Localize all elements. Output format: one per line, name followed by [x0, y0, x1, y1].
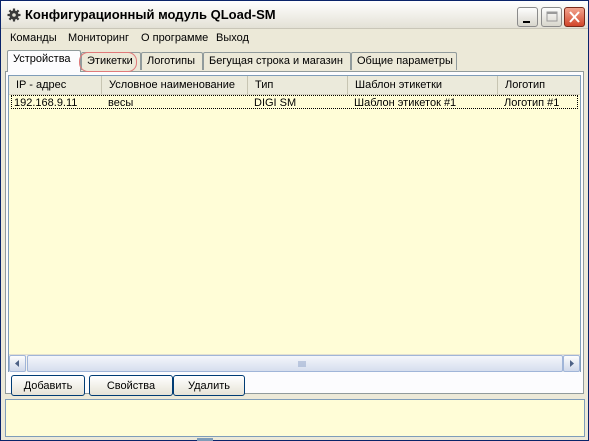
minimize-icon: [523, 21, 530, 23]
tab-devices[interactable]: Устройства: [7, 50, 81, 72]
menu-monitoring[interactable]: Мониторинг: [68, 32, 129, 44]
cell-name: весы: [108, 97, 134, 109]
column-header-name[interactable]: Условное наименование: [102, 76, 248, 94]
column-header-label-template[interactable]: Шаблон этикетки: [348, 76, 498, 94]
column-header-logo[interactable]: Логотип: [498, 76, 580, 94]
button-bar: Добавить Свойства Удалить: [9, 375, 579, 396]
menu-bar: Команды Мониторинг О программе Выход: [1, 29, 588, 49]
app-window: Конфигурационный модуль QLoad-SM Команды…: [0, 0, 589, 441]
tab-strip: Устройства Этикетки Логотипы Бегущая стр…: [5, 50, 584, 72]
table-row[interactable]: 192.168.9.11 весы DIGI SM Шаблон этикето…: [11, 96, 580, 110]
scrollbar-thumb[interactable]: [27, 355, 563, 372]
menu-exit[interactable]: Выход: [216, 32, 249, 44]
arrow-right-icon: [570, 360, 574, 367]
menu-commands[interactable]: Команды: [10, 32, 57, 44]
cell-ip: 192.168.9.11: [14, 97, 78, 109]
minimize-button[interactable]: [517, 7, 538, 27]
status-panel: [5, 399, 585, 437]
delete-button[interactable]: Удалить: [173, 375, 245, 396]
maximize-button[interactable]: [541, 7, 562, 27]
tab-ticker-and-shop[interactable]: Бегущая строка и магазин: [203, 52, 351, 70]
horizontal-scrollbar[interactable]: [9, 354, 580, 372]
devices-list[interactable]: IP - адрес Условное наименование Тип Шаб…: [8, 75, 581, 372]
close-icon: [569, 11, 580, 23]
window-title: Конфигурационный модуль QLoad-SM: [25, 7, 276, 22]
column-header-ip[interactable]: IP - адрес: [9, 76, 102, 94]
title-bar[interactable]: Конфигурационный модуль QLoad-SM: [1, 1, 588, 29]
cell-type: DIGI SM: [254, 97, 297, 109]
tab-general-settings[interactable]: Общие параметры: [351, 52, 457, 70]
close-button[interactable]: [564, 7, 585, 27]
grip-icon: [298, 361, 306, 367]
column-header-type[interactable]: Тип: [248, 76, 348, 94]
scroll-left-button[interactable]: [9, 355, 26, 372]
gear-icon: [7, 8, 21, 22]
tab-labels[interactable]: Этикетки: [81, 52, 141, 70]
menu-about[interactable]: О программе: [141, 32, 208, 44]
scroll-right-button[interactable]: [563, 355, 580, 372]
maximize-icon: [546, 11, 558, 22]
list-header: IP - адрес Условное наименование Тип Шаб…: [9, 76, 580, 95]
add-button[interactable]: Добавить: [11, 375, 85, 396]
tab-logos[interactable]: Логотипы: [141, 52, 203, 70]
cell-logo: Логотип #1: [504, 97, 560, 109]
cell-label-template: Шаблон этикеток #1: [354, 97, 457, 109]
properties-button[interactable]: Свойства: [89, 375, 173, 396]
arrow-left-icon: [15, 360, 19, 367]
